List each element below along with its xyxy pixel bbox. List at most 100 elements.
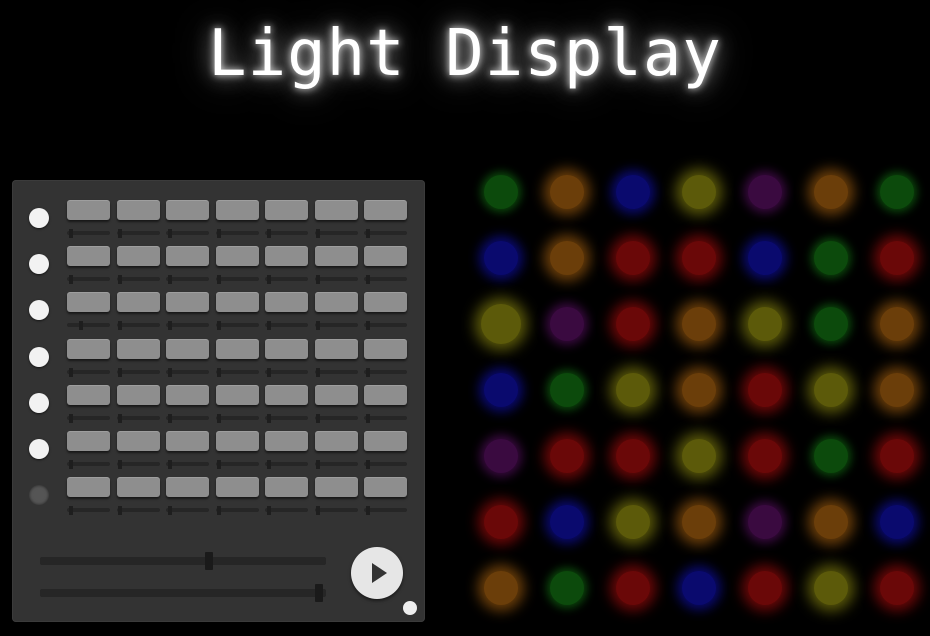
step-slider-thumb[interactable] [316, 460, 321, 469]
step-slider-thumb[interactable] [217, 413, 222, 423]
slider-1-thumb[interactable] [205, 552, 214, 570]
step-slider-r2-c6[interactable] [314, 277, 358, 282]
step-slider-r2-c2[interactable] [116, 277, 160, 282]
step-slider-thumb[interactable] [365, 275, 370, 285]
step-pad-r1-c1[interactable] [67, 200, 110, 220]
step-slider-r1-c6[interactable] [314, 231, 358, 235]
step-slider-thumb[interactable] [266, 413, 271, 423]
step-pad-r6-c5[interactable] [265, 431, 308, 451]
step-slider-thumb[interactable] [68, 460, 73, 469]
step-slider-r7-c7[interactable] [364, 508, 407, 513]
step-slider-r7-c1[interactable] [67, 508, 110, 513]
step-pad-r5-c6[interactable] [314, 384, 358, 405]
step-slider-thumb[interactable] [316, 367, 321, 377]
step-slider-thumb[interactable] [217, 229, 222, 238]
step-slider-r4-c5[interactable] [265, 369, 308, 374]
step-slider-thumb[interactable] [167, 506, 172, 516]
step-pad-r5-c5[interactable] [265, 384, 308, 405]
step-pad-r3-c3[interactable] [166, 292, 209, 313]
row-1-toggle[interactable] [29, 208, 49, 228]
step-slider-r4-c4[interactable] [215, 369, 259, 374]
step-pad-r1-c6[interactable] [314, 200, 358, 220]
step-slider-r2-c5[interactable] [265, 277, 308, 282]
step-pad-r6-c4[interactable] [215, 431, 259, 451]
step-slider-r5-c7[interactable] [364, 415, 407, 420]
step-pad-r2-c1[interactable] [67, 246, 110, 267]
step-slider-thumb[interactable] [118, 229, 123, 238]
step-slider-r6-c4[interactable] [215, 462, 259, 466]
step-pad-r3-c5[interactable] [265, 292, 308, 313]
step-slider-r3-c4[interactable] [215, 323, 259, 328]
step-slider-r5-c4[interactable] [215, 415, 259, 420]
step-slider-thumb[interactable] [217, 275, 222, 285]
step-slider-r7-c6[interactable] [314, 508, 358, 513]
step-slider-r5-c3[interactable] [166, 415, 209, 420]
step-pad-r1-c2[interactable] [116, 200, 160, 220]
step-pad-r2-c5[interactable] [265, 246, 308, 267]
step-slider-thumb[interactable] [68, 506, 73, 516]
step-slider-r3-c3[interactable] [166, 323, 209, 328]
step-slider-thumb[interactable] [167, 275, 172, 285]
step-pad-r1-c7[interactable] [364, 200, 407, 220]
step-slider-thumb[interactable] [118, 367, 123, 377]
step-pad-r3-c2[interactable] [116, 292, 160, 313]
step-pad-r2-c2[interactable] [116, 246, 160, 267]
row-5-toggle[interactable] [29, 392, 49, 413]
step-slider-r4-c2[interactable] [116, 369, 160, 374]
step-pad-r7-c3[interactable] [166, 477, 209, 498]
step-slider-thumb[interactable] [68, 413, 73, 423]
step-pad-r5-c2[interactable] [116, 384, 160, 405]
step-slider-r2-c3[interactable] [166, 277, 209, 282]
step-slider-r1-c3[interactable] [166, 231, 209, 235]
step-slider-r6-c2[interactable] [116, 462, 160, 466]
step-slider-thumb[interactable] [266, 275, 271, 285]
step-slider-r6-c1[interactable] [67, 462, 110, 466]
step-slider-thumb[interactable] [78, 321, 83, 331]
step-slider-thumb[interactable] [217, 506, 222, 516]
step-slider-thumb[interactable] [68, 229, 73, 238]
step-pad-r4-c4[interactable] [215, 338, 259, 359]
step-pad-r5-c7[interactable] [364, 384, 407, 405]
step-pad-r7-c4[interactable] [215, 477, 259, 498]
step-slider-r3-c1[interactable] [67, 323, 110, 328]
step-pad-r2-c3[interactable] [166, 246, 209, 267]
step-pad-r4-c5[interactable] [265, 338, 308, 359]
step-slider-thumb[interactable] [266, 460, 271, 469]
step-slider-thumb[interactable] [118, 321, 123, 331]
step-pad-r1-c5[interactable] [265, 200, 308, 220]
step-pad-r4-c1[interactable] [67, 338, 110, 359]
step-slider-thumb[interactable] [167, 367, 172, 377]
step-slider-thumb[interactable] [365, 460, 370, 469]
step-slider-r6-c3[interactable] [166, 462, 209, 466]
step-slider-r6-c5[interactable] [265, 462, 308, 466]
step-slider-thumb[interactable] [365, 506, 370, 516]
step-pad-r3-c1[interactable] [67, 292, 110, 313]
corner-toggle[interactable] [403, 601, 417, 615]
step-slider-thumb[interactable] [68, 275, 73, 285]
slider-2-thumb[interactable] [315, 584, 324, 602]
step-slider-r7-c4[interactable] [215, 508, 259, 513]
row-4-toggle[interactable] [29, 346, 49, 367]
step-slider-r6-c6[interactable] [314, 462, 358, 466]
step-slider-thumb[interactable] [118, 413, 123, 423]
step-pad-r5-c4[interactable] [215, 384, 259, 405]
play-button[interactable] [351, 547, 403, 599]
step-pad-r3-c6[interactable] [314, 292, 358, 313]
step-slider-thumb[interactable] [118, 460, 123, 469]
slider-1-track[interactable] [40, 557, 326, 565]
step-pad-r3-c4[interactable] [215, 292, 259, 313]
step-slider-r5-c5[interactable] [265, 415, 308, 420]
step-slider-r7-c2[interactable] [116, 508, 160, 513]
step-pad-r4-c7[interactable] [364, 338, 407, 359]
step-pad-r6-c2[interactable] [116, 431, 160, 451]
step-slider-thumb[interactable] [365, 229, 370, 238]
step-slider-thumb[interactable] [365, 413, 370, 423]
step-pad-r7-c7[interactable] [364, 477, 407, 498]
step-slider-thumb[interactable] [365, 321, 370, 331]
step-slider-thumb[interactable] [118, 506, 123, 516]
step-slider-r5-c1[interactable] [67, 415, 110, 420]
step-slider-r7-c3[interactable] [166, 508, 209, 513]
step-slider-r4-c1[interactable] [67, 369, 110, 374]
step-pad-r5-c1[interactable] [67, 384, 110, 405]
step-slider-thumb[interactable] [266, 229, 271, 238]
